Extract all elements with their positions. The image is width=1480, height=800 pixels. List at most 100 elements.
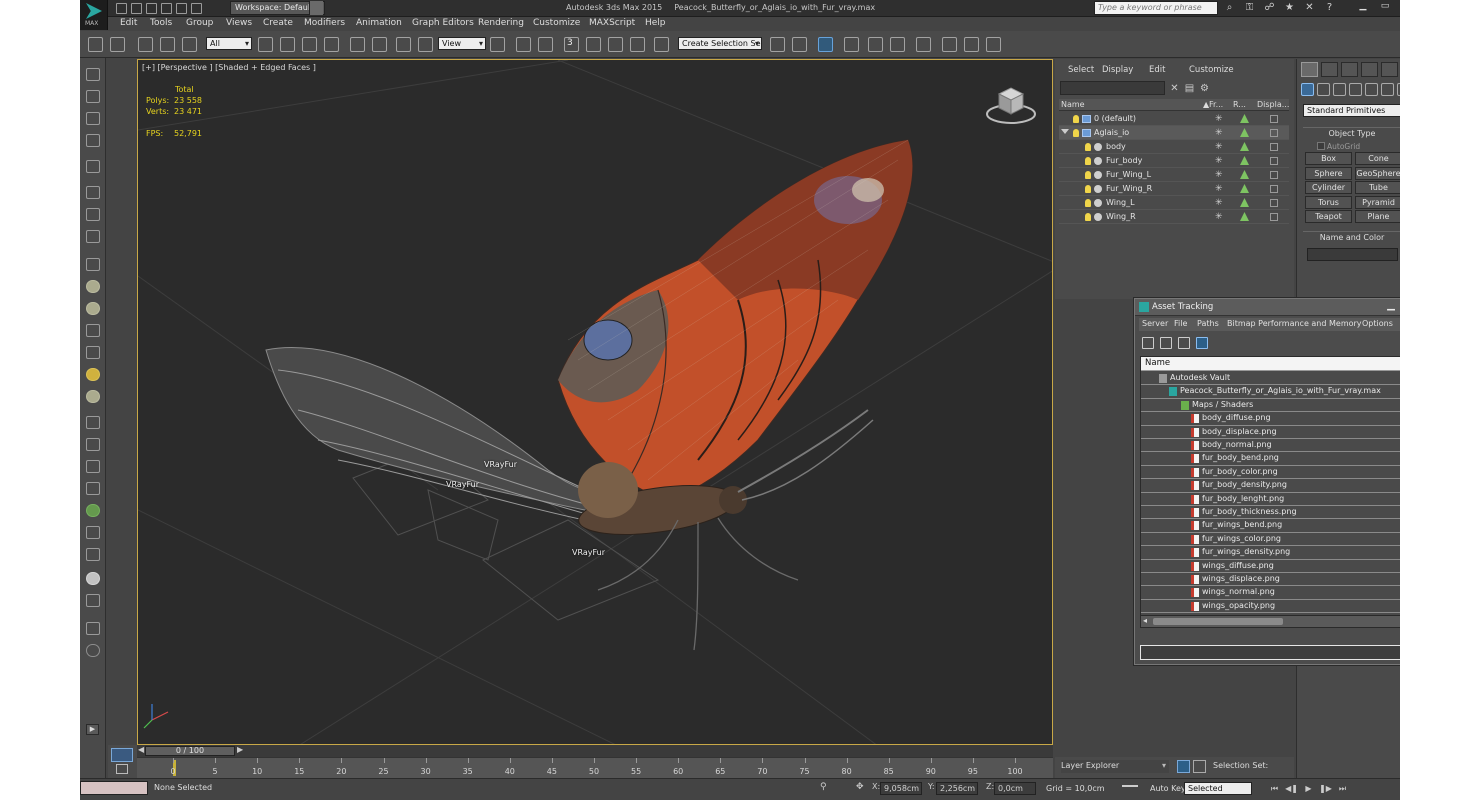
help-icon[interactable]: ? <box>1324 2 1335 13</box>
speaker-icon[interactable] <box>86 208 100 221</box>
hair-fur-icon[interactable] <box>86 526 100 539</box>
next-key-icon[interactable]: ❚▶ <box>1319 783 1332 794</box>
frame-buffer-icon[interactable] <box>86 622 100 635</box>
render-production-icon[interactable] <box>986 37 1001 52</box>
asset-menu-options[interactable]: Options <box>1362 319 1393 328</box>
primitive-torus-button[interactable]: Torus <box>1305 195 1352 209</box>
create-tab-icon[interactable] <box>1301 62 1318 77</box>
explorer-row[interactable]: Fur_body ✳ <box>1059 154 1289 168</box>
visibility-bulb-icon[interactable] <box>1085 171 1091 179</box>
freeze-toggle-icon[interactable]: ✳ <box>1215 184 1223 194</box>
edit-named-sets-icon[interactable] <box>654 37 669 52</box>
helpers-icon[interactable] <box>1365 83 1378 96</box>
close-icon[interactable]: ✕ <box>1169 83 1180 94</box>
display-box-icon[interactable] <box>1270 115 1278 123</box>
menu-rendering[interactable]: Rendering <box>478 18 524 28</box>
asset-row[interactable]: body_displace.png <box>1141 426 1400 439</box>
explorer-menu-display[interactable]: Display <box>1102 65 1133 75</box>
sphere-light-icon[interactable] <box>86 302 100 315</box>
chevron-down-icon[interactable] <box>309 1 323 15</box>
display-box-icon[interactable] <box>1270 157 1278 165</box>
shapes-icon[interactable] <box>1317 83 1330 96</box>
redo-icon[interactable] <box>110 37 125 52</box>
primitive-teapot-button[interactable]: Teapot <box>1305 210 1352 224</box>
unlink-icon[interactable] <box>160 37 175 52</box>
new-file-icon[interactable] <box>116 3 127 14</box>
asset-row[interactable]: body_diffuse.png <box>1141 412 1400 426</box>
freeze-toggle-icon[interactable]: ✳ <box>1215 170 1223 180</box>
column-display[interactable]: Displa... <box>1257 100 1289 109</box>
help-icon[interactable] <box>86 644 100 657</box>
y-coordinate-field[interactable]: 2,256cm <box>936 782 978 795</box>
viewport-layout-button[interactable] <box>111 748 133 762</box>
omni-light-icon[interactable] <box>86 390 100 403</box>
asset-row[interactable]: fur_body_thickness.png <box>1141 506 1400 520</box>
layer-icon[interactable]: ▤ <box>1184 83 1195 94</box>
previous-key-icon[interactable]: ◀❚ <box>1285 783 1298 794</box>
layer-explorer-icon[interactable] <box>818 37 833 52</box>
cone-light-icon[interactable] <box>86 346 100 359</box>
renderable-toggle-icon[interactable] <box>1240 156 1249 165</box>
freeze-toggle-icon[interactable]: ✳ <box>1215 156 1223 166</box>
track-bar[interactable]: 0 5 10 15 20 25 30 35 40 45 50 55 60 65 70 75 80 85 90 95 10… <box>137 757 1053 778</box>
asset-menu-server[interactable]: Server <box>1142 319 1168 328</box>
brush-icon[interactable] <box>86 548 100 561</box>
plane-icon[interactable] <box>86 258 100 271</box>
spinner-snap-icon[interactable] <box>630 37 645 52</box>
material-sphere-icon[interactable] <box>86 572 100 585</box>
table-view-icon[interactable] <box>1178 337 1190 349</box>
favorites-icon[interactable]: ★ <box>1284 2 1295 13</box>
freeze-toggle-icon[interactable]: ✳ <box>1215 198 1223 208</box>
renderable-toggle-icon[interactable] <box>1240 142 1249 151</box>
column-frozen[interactable]: Fr... <box>1209 100 1223 109</box>
lights-icon[interactable] <box>1333 83 1346 96</box>
teapot-icon[interactable] <box>86 68 100 81</box>
renderable-toggle-icon[interactable] <box>1240 128 1249 137</box>
select-manipulate-icon[interactable] <box>516 37 531 52</box>
pivot-point-icon[interactable] <box>490 37 505 52</box>
visibility-bulb-icon[interactable] <box>1085 185 1091 193</box>
rendered-frame-icon[interactable] <box>964 37 979 52</box>
hierarchy-icon[interactable] <box>1193 760 1206 773</box>
primitive-plane-button[interactable]: Plane <box>1355 210 1400 224</box>
bind-space-warp-icon[interactable] <box>182 37 197 52</box>
expand-arrow-icon[interactable] <box>1061 129 1069 134</box>
explorer-row[interactable]: Fur_Wing_R ✳ <box>1059 182 1289 196</box>
set-key-icon[interactable] <box>1122 785 1138 793</box>
asset-row[interactable]: fur_body_bend.png <box>1141 452 1400 466</box>
sort-by-layer-icon[interactable] <box>1177 760 1190 773</box>
document-icon[interactable] <box>86 112 100 125</box>
minimize-icon[interactable]: ▁ <box>1352 0 1374 13</box>
sun-icon[interactable] <box>86 368 100 381</box>
maxscript-listener[interactable] <box>80 781 148 795</box>
close-x-icon[interactable]: ✕ <box>1304 2 1315 13</box>
camera-icon[interactable] <box>86 186 100 199</box>
grid-view-icon[interactable] <box>1196 337 1208 349</box>
application-button[interactable]: MAX <box>80 0 108 30</box>
cameras-icon[interactable] <box>1349 83 1362 96</box>
leaf-icon[interactable] <box>86 504 100 517</box>
renderable-toggle-icon[interactable] <box>1240 184 1249 193</box>
maximize-icon[interactable]: ▭ <box>1374 0 1396 13</box>
save-file-icon[interactable] <box>146 3 157 14</box>
visibility-bulb-icon[interactable] <box>1073 129 1079 137</box>
object-name-field[interactable] <box>1307 248 1398 261</box>
modify-tab-icon[interactable] <box>1321 62 1338 77</box>
asset-menu-file[interactable]: File <box>1174 319 1187 328</box>
viewcube-icon[interactable] <box>984 82 1038 126</box>
light-icon[interactable] <box>86 160 100 173</box>
display-box-icon[interactable] <box>1270 213 1278 221</box>
renderable-toggle-icon[interactable] <box>1240 170 1249 179</box>
asset-row[interactable]: fur_wings_density.png <box>1141 546 1400 560</box>
column-name[interactable]: Name <box>1061 100 1085 109</box>
auto-key-button[interactable]: Auto Key <box>1150 784 1186 793</box>
goto-start-icon[interactable]: ⏮ <box>1268 783 1281 794</box>
mesh-light-icon[interactable] <box>86 324 100 337</box>
display-box-icon[interactable] <box>1270 185 1278 193</box>
time-slider[interactable]: 0 / 100 <box>145 746 235 756</box>
communication-icon[interactable]: ☍ <box>1264 2 1275 13</box>
display-box-icon[interactable] <box>1270 199 1278 207</box>
asset-row[interactable]: fur_wings_bend.png <box>1141 519 1400 533</box>
asset-row[interactable]: fur_body_density.png <box>1141 479 1400 493</box>
explorer-row[interactable]: Wing_L ✳ <box>1059 196 1289 210</box>
